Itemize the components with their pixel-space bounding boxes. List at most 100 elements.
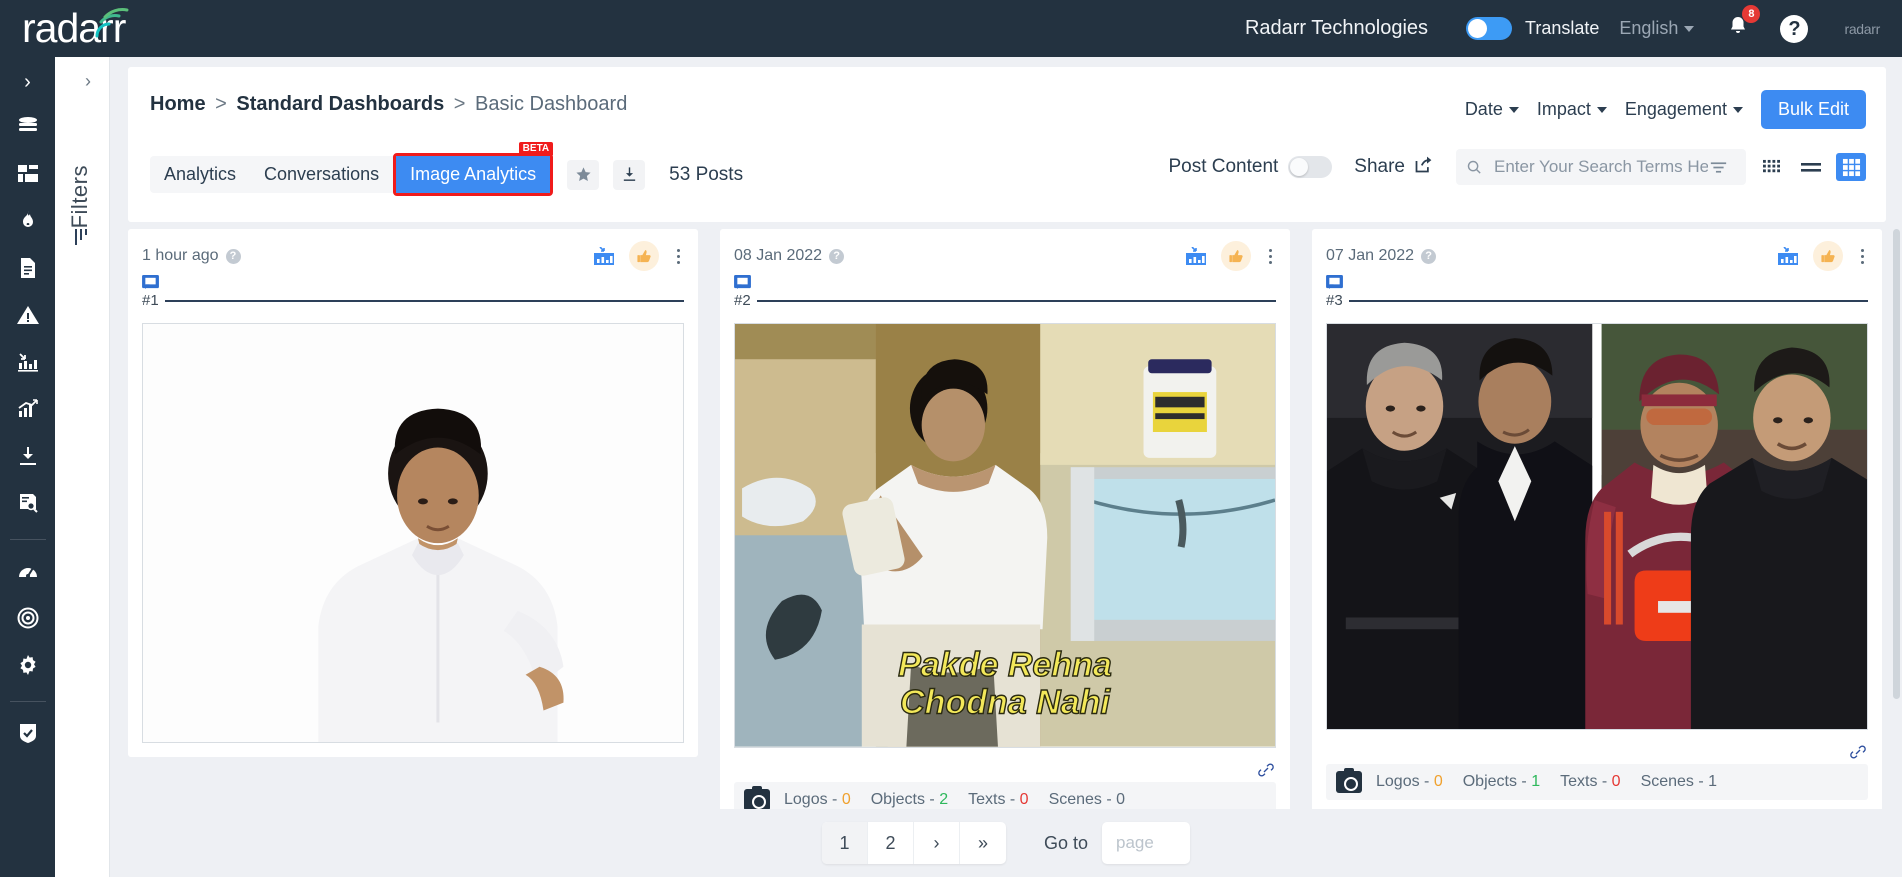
goto-label: Go to <box>1043 832 1089 853</box>
link-icon[interactable] <box>1258 762 1274 778</box>
sidebar-item-search-reports[interactable] <box>15 490 41 516</box>
card-menu-button[interactable] <box>673 248 684 264</box>
breadcrumb-separator-1: > <box>215 93 227 115</box>
sidebar-item-performance[interactable] <box>15 558 41 584</box>
sidebar-item-alerts[interactable] <box>15 302 41 328</box>
filter-lines-icon[interactable] <box>1710 161 1727 174</box>
post-card[interactable]: 07 Jan 2022 ? #3 Logos - 0 Objects - 1 T… <box>1312 229 1882 814</box>
impact-dropdown[interactable]: Impact <box>1537 99 1591 120</box>
chat-square-icon[interactable] <box>1326 275 1343 290</box>
post-card-grid: 1 hour ago ? #1 08 Jan 2022 ? #2 Pakde R… <box>128 229 1894 869</box>
post-card[interactable]: 1 hour ago ? #1 <box>128 229 698 758</box>
share-icon <box>1415 156 1432 173</box>
logo-signal-arc-icon <box>95 8 129 38</box>
sidebar-item-security[interactable] <box>15 720 41 746</box>
card-menu-button[interactable] <box>1265 248 1276 264</box>
last-page-button[interactable]: » <box>960 822 1006 864</box>
document-icon <box>20 258 35 278</box>
image-analytics-icon[interactable] <box>1777 246 1799 266</box>
alert-triangle-icon <box>16 306 39 324</box>
rail-expand-chevron-right-icon[interactable]: › <box>24 71 31 94</box>
filters-sliders-icon[interactable] <box>73 227 93 252</box>
post-image[interactable] <box>142 323 684 744</box>
info-icon[interactable]: ? <box>829 248 845 264</box>
sidebar-item-insights[interactable] <box>15 396 41 422</box>
sidebar-item-analytics[interactable] <box>15 349 41 375</box>
post-content-toggle[interactable] <box>1288 156 1333 178</box>
chevron-down-icon[interactable] <box>1684 25 1695 32</box>
post-image[interactable]: Pakde Rehna Chodna Nahi <box>734 323 1276 748</box>
content-scrollbar[interactable] <box>1893 229 1900 699</box>
thumbs-up-icon <box>1228 249 1243 262</box>
info-icon[interactable]: ? <box>225 248 241 264</box>
date-dropdown[interactable]: Date <box>1465 99 1503 120</box>
translate-toggle[interactable] <box>1466 17 1513 40</box>
image-caption-line1: Pakde Rehna <box>898 646 1112 684</box>
search-input[interactable] <box>1492 156 1710 178</box>
tab-analytics[interactable]: Analytics <box>150 156 251 193</box>
thumbs-up-icon <box>636 249 651 262</box>
page-2-button[interactable]: 2 <box>868 822 914 864</box>
search-box[interactable] <box>1456 149 1746 185</box>
sidebar-item-trending[interactable] <box>15 208 41 234</box>
card-rank-row: #1 <box>128 292 698 309</box>
breadcrumb-standard-dashboards[interactable]: Standard Dashboards <box>236 93 444 115</box>
image-analytics-icon[interactable] <box>1185 246 1207 266</box>
help-button[interactable]: ? <box>1780 14 1809 43</box>
stat-scenes: Scenes - 0 <box>1048 790 1126 808</box>
card-rank: #2 <box>734 292 751 309</box>
bulk-edit-button[interactable]: Bulk Edit <box>1760 90 1866 129</box>
small-grid-icon <box>1762 159 1780 172</box>
sidebar-item-reports[interactable] <box>15 255 41 281</box>
stat-objects: Objects - 2 <box>870 790 949 808</box>
link-icon[interactable] <box>1850 744 1866 760</box>
share-button[interactable] <box>1413 154 1434 180</box>
chat-square-icon[interactable] <box>142 275 159 290</box>
sidebar-item-dashboards[interactable] <box>15 161 41 187</box>
favorite-button[interactable] <box>567 159 600 190</box>
top-bar: radarr Radarr Technologies Translate Eng… <box>0 0 1902 57</box>
card-rank-line <box>756 299 1276 302</box>
image-analytics-icon[interactable] <box>593 246 615 266</box>
tab-conversations[interactable]: Conversations <box>250 156 394 193</box>
radarr-logo[interactable]: radarr <box>22 0 129 57</box>
language-selector[interactable]: English <box>1619 18 1678 39</box>
card-date: 07 Jan 2022 <box>1326 247 1415 264</box>
tab-bar: Analytics Conversations BETA Image Analy… <box>150 142 743 196</box>
card-menu-button[interactable] <box>1857 248 1868 264</box>
rail-divider <box>9 539 46 540</box>
sidebar-item-database[interactable] <box>15 114 41 140</box>
goto-page-input[interactable] <box>1102 822 1191 864</box>
chat-square-icon[interactable] <box>734 275 751 290</box>
sentiment-positive-badge[interactable] <box>1813 241 1843 271</box>
engagement-dropdown[interactable]: Engagement <box>1625 99 1727 120</box>
tab-image-analytics[interactable]: Image Analytics <box>396 156 551 193</box>
sidebar-item-radar[interactable] <box>15 605 41 631</box>
engagement-chevron-down-icon[interactable] <box>1732 106 1743 113</box>
sidebar-item-downloads[interactable] <box>15 443 41 469</box>
large-grid-icon <box>1842 158 1860 176</box>
card-source-row <box>1312 271 1882 290</box>
date-chevron-down-icon[interactable] <box>1508 106 1519 113</box>
next-page-button[interactable]: › <box>914 822 960 864</box>
report-search-icon <box>19 494 38 513</box>
post-image[interactable] <box>1326 323 1868 730</box>
impact-chevron-down-icon[interactable] <box>1596 106 1607 113</box>
page-1-button[interactable]: 1 <box>821 822 868 864</box>
filters-label: Filters <box>67 165 92 229</box>
post-card[interactable]: 08 Jan 2022 ? #2 Pakde Rehna Chodna Nahi… <box>720 229 1290 832</box>
notifications-button[interactable]: 8 <box>1726 5 1761 43</box>
sidebar-item-settings[interactable] <box>15 652 41 678</box>
view-small-grid-button[interactable] <box>1756 153 1786 181</box>
mini-radarr-logo[interactable]: radarr <box>1844 21 1880 37</box>
sentiment-positive-badge[interactable] <box>629 241 659 271</box>
main-content: Home > Standard Dashboards > Basic Dashb… <box>110 57 1902 877</box>
breadcrumb-home[interactable]: Home <box>150 93 206 115</box>
export-download-button[interactable] <box>613 159 646 190</box>
view-large-grid-button[interactable] <box>1836 153 1866 181</box>
info-icon[interactable]: ? <box>1421 248 1437 264</box>
filters-expand-chevron-right-icon[interactable]: › <box>85 71 91 92</box>
stat-objects: Objects - 1 <box>1462 773 1541 790</box>
sentiment-positive-badge[interactable] <box>1221 241 1251 271</box>
view-list-button[interactable] <box>1796 153 1826 181</box>
